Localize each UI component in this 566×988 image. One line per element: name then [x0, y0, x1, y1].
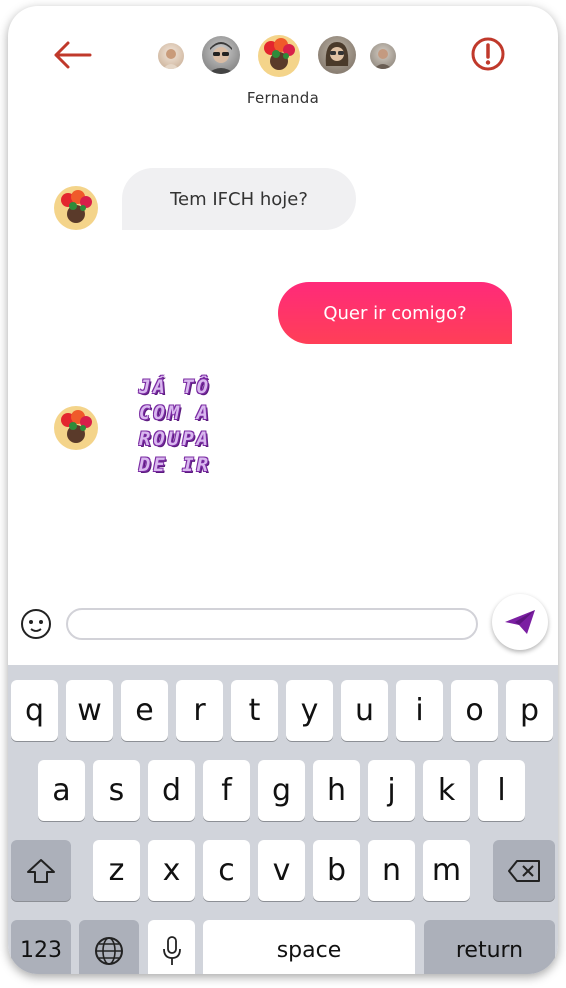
contact-name: Fernanda [246, 89, 320, 107]
key-k[interactable]: k [423, 760, 470, 821]
key-j[interactable]: j [368, 760, 415, 821]
emoji-face-icon [21, 609, 51, 639]
arrow-left-icon [54, 41, 92, 69]
avatar-image [61, 190, 92, 223]
outgoing-message-bubble[interactable]: Quer ir comigo? [278, 282, 512, 344]
backspace-icon [508, 859, 540, 882]
avatar-image [163, 49, 179, 69]
shift-arrow-icon [27, 858, 55, 883]
microphone-key[interactable] [148, 920, 195, 974]
space-key[interactable]: space [203, 920, 415, 974]
key-u[interactable]: u [341, 680, 388, 741]
key-r[interactable]: r [176, 680, 223, 741]
avatar-image [61, 410, 92, 443]
sticker-message[interactable]: JÁ TÔ COM A ROUPA DE IR [120, 376, 230, 480]
avatar-image [325, 42, 349, 66]
key-e[interactable]: e [121, 680, 168, 741]
incoming-message-bubble[interactable]: Tem IFCH hoje? [122, 168, 356, 230]
key-q[interactable]: q [11, 680, 58, 741]
key-s[interactable]: s [93, 760, 140, 821]
globe-icon [95, 936, 123, 965]
key-f[interactable]: f [203, 760, 250, 821]
emoji-button[interactable] [20, 608, 52, 640]
backspace-key[interactable] [493, 840, 555, 901]
key-m[interactable]: m [423, 840, 470, 901]
message-input[interactable] [66, 608, 478, 640]
key-h[interactable]: h [313, 760, 360, 821]
key-z[interactable]: z [93, 840, 140, 901]
sender-avatar[interactable] [54, 406, 98, 450]
key-c[interactable]: c [203, 840, 250, 901]
key-t[interactable]: t [231, 680, 278, 741]
key-a[interactable]: a [38, 760, 85, 821]
key-p[interactable]: p [506, 680, 553, 741]
globe-key[interactable] [79, 920, 139, 974]
phone-screen: Fernanda Tem IFCH hoje? Quer ir comigo? … [8, 6, 558, 974]
key-l[interactable]: l [478, 760, 525, 821]
participant-avatar-5[interactable] [370, 43, 396, 69]
key-o[interactable]: o [451, 680, 498, 741]
avatar-image [264, 38, 295, 70]
sender-avatar[interactable] [54, 186, 98, 230]
key-b[interactable]: b [313, 840, 360, 901]
sticker-line: ROUPA [138, 428, 212, 450]
participant-avatar-4[interactable] [318, 36, 356, 74]
message-text: Tem IFCH hoje? [170, 188, 308, 210]
keyboard: q w e r t y u i o p a s d f g h j k l z … [8, 665, 558, 974]
sticker-line: JÁ TÔ [138, 376, 212, 398]
return-key[interactable]: return [424, 920, 555, 974]
key-w[interactable]: w [66, 680, 113, 741]
report-button[interactable] [470, 36, 506, 72]
shift-key[interactable] [11, 840, 71, 901]
avatar-image [374, 49, 392, 69]
participant-avatar-active[interactable] [258, 35, 300, 77]
numbers-key[interactable]: 123 [11, 920, 71, 974]
key-d[interactable]: d [148, 760, 195, 821]
send-plane-icon [505, 610, 535, 634]
message-text: Quer ir comigo? [323, 302, 467, 324]
sticker-line: COM A [138, 402, 212, 424]
key-x[interactable]: x [148, 840, 195, 901]
participant-avatar-1[interactable] [158, 43, 184, 69]
key-g[interactable]: g [258, 760, 305, 821]
participant-avatar-2[interactable] [202, 36, 240, 74]
alert-circle-icon [471, 37, 505, 71]
avatar-image [207, 42, 235, 74]
key-v[interactable]: v [258, 840, 305, 901]
microphone-icon [162, 935, 181, 965]
back-button[interactable] [52, 40, 92, 70]
sticker-line: DE IR [138, 454, 212, 476]
key-n[interactable]: n [368, 840, 415, 901]
send-button[interactable] [492, 594, 548, 650]
key-i[interactable]: i [396, 680, 443, 741]
key-y[interactable]: y [286, 680, 333, 741]
